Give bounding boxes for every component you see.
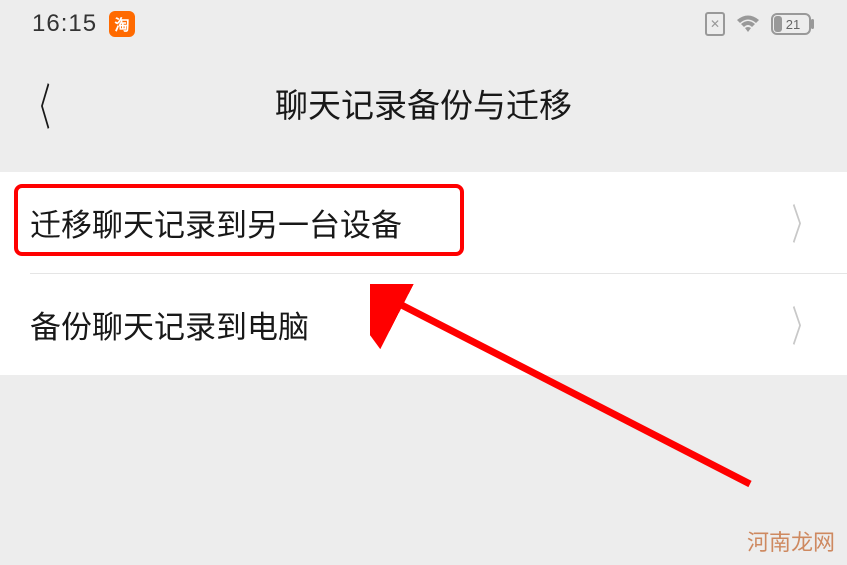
status-time: 16:15 <box>32 10 97 38</box>
chevron-right-icon: 〉 <box>792 193 814 253</box>
page-title: 聊天记录备份与迁移 <box>275 79 572 127</box>
battery-icon: 21 <box>771 13 815 35</box>
sim-icon: ✕ <box>705 12 725 36</box>
chevron-right-icon: 〉 <box>792 295 814 355</box>
watermark: 河南龙网 <box>747 525 835 557</box>
svg-text:21: 21 <box>786 17 800 32</box>
status-bar: 16:15 淘 ✕ 21 <box>0 0 847 48</box>
list-item-label: 迁移聊天记录到另一台设备 <box>30 200 402 245</box>
list-item-backup-to-pc[interactable]: 备份聊天记录到电脑 〉 <box>0 274 847 375</box>
status-right: ✕ 21 <box>705 12 815 36</box>
settings-list: 迁移聊天记录到另一台设备 〉 备份聊天记录到电脑 〉 <box>0 172 847 375</box>
nav-header: 〈 聊天记录备份与迁移 <box>0 48 847 158</box>
status-left: 16:15 淘 <box>32 10 135 38</box>
back-button[interactable]: 〈 <box>28 67 51 139</box>
wifi-icon <box>735 14 761 34</box>
list-item-label: 备份聊天记录到电脑 <box>30 302 309 347</box>
taobao-icon: 淘 <box>109 11 135 37</box>
list-item-migrate-to-device[interactable]: 迁移聊天记录到另一台设备 〉 <box>0 172 847 273</box>
